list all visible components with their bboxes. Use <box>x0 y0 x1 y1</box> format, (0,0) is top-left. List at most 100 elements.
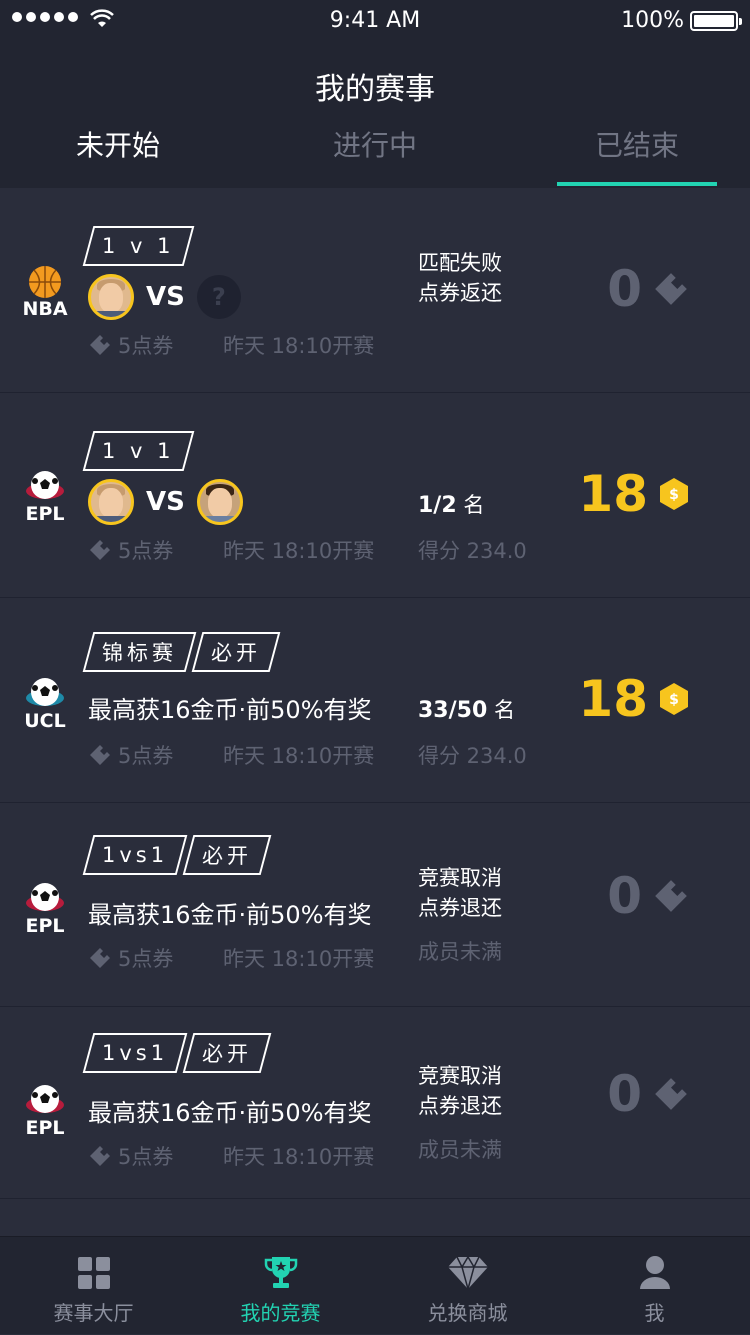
meta-line: 5点券 昨天 18:10开赛 <box>88 535 374 565</box>
tab-not-started[interactable]: 未开始 <box>18 120 218 188</box>
result-line-1: 匹配失败 <box>418 251 502 275</box>
tab-exchange-store[interactable]: 兑换商城 <box>374 1237 561 1335</box>
rank-value: 1/2 <box>418 493 457 518</box>
match-type-tag: 1 v 1 <box>82 226 194 266</box>
active-tab-indicator <box>557 182 717 186</box>
rank: 33/50 名 <box>418 694 515 724</box>
match-row[interactable]: EPL 1vs1 必开 最高获16金币·前50%有奖 5点券 昨天 18:10开… <box>0 803 750 1007</box>
tab-lobby[interactable]: 赛事大厅 <box>0 1237 187 1335</box>
battery-icon <box>690 11 742 31</box>
tab-label: 兑换商城 <box>427 1301 508 1325</box>
player-avatar[interactable] <box>88 274 134 320</box>
player-avatar[interactable] <box>88 479 134 525</box>
soccer-ball-icon <box>26 1085 64 1113</box>
ticket-cost: 5点券 <box>118 1145 174 1169</box>
user-icon <box>639 1256 670 1289</box>
tag-group: 1 v 1 <box>82 226 194 266</box>
ticket-icon <box>90 745 110 765</box>
unknown-opponent-icon: ? <box>196 275 241 319</box>
ticket-cost: 5点券 <box>118 947 174 971</box>
meta-line: 5点券 昨天 18:10开赛 <box>88 330 374 360</box>
reward-amount: 18 <box>578 670 648 728</box>
match-type-tag: 1vs1 <box>82 1033 188 1073</box>
tag-group: 1vs1 必开 <box>82 835 272 875</box>
ticket-icon <box>655 880 687 912</box>
battery-percent: 100% <box>621 8 684 33</box>
svg-text:$: $ <box>669 487 679 503</box>
result-line-2: 点券返还 <box>418 281 502 305</box>
rank-value: 33/50 <box>418 698 488 723</box>
svg-text:$: $ <box>669 692 679 708</box>
start-time: 昨天 18:10开赛 <box>223 947 375 971</box>
result-status: 匹配失败 点券返还 <box>418 248 502 308</box>
ticket-cost: 5点券 <box>118 334 174 358</box>
result-line-2: 点券退还 <box>418 896 502 920</box>
score: 得分 234.0 <box>418 744 527 768</box>
tab-bar-top: 未开始 进行中 已结束 <box>0 120 750 188</box>
players-line: VS <box>88 479 243 525</box>
bottom-tab-bar: 赛事大厅 我的竞赛 兑换商城 我 <box>0 1236 750 1334</box>
guaranteed-tag: 必开 <box>182 835 272 875</box>
rank-unit: 名 <box>493 698 515 722</box>
ticket-icon <box>90 540 110 560</box>
prize-description: 最高获16金币·前50%有奖 <box>88 901 372 929</box>
players-line: VS ? <box>88 274 241 320</box>
match-type-tag: 1vs1 <box>82 835 188 875</box>
league-badge: EPL <box>20 881 70 937</box>
match-row[interactable]: NBA 1 v 1 VS ? 5点券 昨天 18:10开赛 匹配失败 点券返还 … <box>0 188 750 393</box>
result-line-3: 成员未满 <box>418 1138 502 1162</box>
page-title: 我的赛事 <box>315 72 435 107</box>
start-time: 昨天 18:10开赛 <box>223 744 375 768</box>
ticket-icon <box>90 948 110 968</box>
league-badge: EPL <box>20 1083 70 1139</box>
tab-label: 赛事大厅 <box>53 1301 134 1325</box>
tab-label: 我的竞赛 <box>240 1301 321 1325</box>
reward: 18 $ <box>578 670 690 728</box>
status-bar: 9:41 AM 100% <box>0 0 750 40</box>
soccer-ball-icon <box>26 883 64 911</box>
result-line-1: 竞赛取消 <box>418 866 502 890</box>
league-name: EPL <box>25 503 65 525</box>
tab-label: 我 <box>644 1301 665 1325</box>
start-time: 昨天 18:10开赛 <box>223 1145 375 1169</box>
ticket-icon <box>90 335 110 355</box>
ticket-icon <box>655 273 687 305</box>
grid-icon <box>77 1257 110 1289</box>
tab-finished[interactable]: 已结束 <box>537 120 737 188</box>
tab-in-progress[interactable]: 进行中 <box>275 120 475 188</box>
result-line-3: 成员未满 <box>418 940 502 964</box>
ticket-icon <box>655 1078 687 1110</box>
reward: 18 $ <box>578 465 690 523</box>
start-time: 昨天 18:10开赛 <box>223 334 375 358</box>
header: 我的赛事 未开始 进行中 已结束 <box>0 40 750 188</box>
reward: 0 <box>607 260 690 318</box>
start-time: 昨天 18:10开赛 <box>223 539 375 563</box>
tab-me[interactable]: 我 <box>561 1237 748 1335</box>
reward: 0 <box>607 1065 690 1123</box>
guaranteed-tag: 必开 <box>182 1033 272 1073</box>
result-status: 竞赛取消 点券退还 成员未满 <box>418 1061 502 1165</box>
soccer-ball-icon <box>26 678 64 706</box>
league-name: EPL <box>25 1117 65 1139</box>
reward-amount: 18 <box>578 465 648 523</box>
trophy-icon <box>264 1257 297 1288</box>
reward-amount: 0 <box>607 260 642 318</box>
league-badge: EPL <box>20 469 70 525</box>
prize-description: 最高获16金币·前50%有奖 <box>88 696 372 724</box>
match-row[interactable]: UCL 锦标赛 必开 最高获16金币·前50%有奖 5点券 昨天 18:10开赛… <box>0 598 750 803</box>
result-line-1: 竞赛取消 <box>418 1064 502 1088</box>
tab-my-contests[interactable]: 我的竞赛 <box>187 1237 374 1335</box>
result-status: 竞赛取消 点券退还 成员未满 <box>418 863 502 967</box>
meta-line: 5点券 昨天 18:10开赛 <box>88 943 374 973</box>
match-row[interactable]: EPL 1 v 1 VS 5点券 昨天 18:10开赛 1/2 名 得分 234… <box>0 393 750 598</box>
opponent-avatar[interactable] <box>196 479 243 525</box>
coin-icon: $ <box>660 683 688 715</box>
tournament-tag: 锦标赛 <box>82 632 197 672</box>
prize-description: 最高获16金币·前50%有奖 <box>88 1099 372 1127</box>
rank-unit: 名 <box>463 493 485 517</box>
match-row[interactable]: EPL 1vs1 必开 最高获16金币·前50%有奖 5点券 昨天 18:10开… <box>0 1007 750 1199</box>
ticket-cost: 5点券 <box>118 539 174 563</box>
vs-label: VS <box>146 487 185 517</box>
result-line-2: 点券退还 <box>418 1094 502 1118</box>
diamond-icon <box>447 1255 488 1291</box>
